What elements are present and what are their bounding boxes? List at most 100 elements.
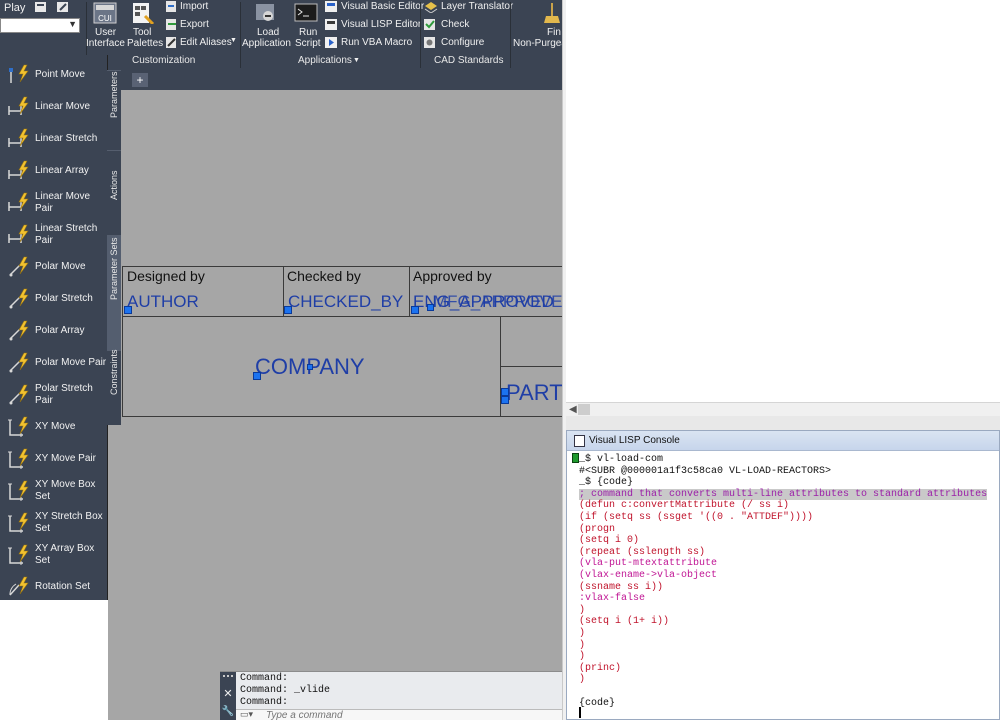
scroll-left-arrow-icon[interactable]: ◀ xyxy=(569,404,577,415)
palette-item-label: Polar Stretch xyxy=(35,383,93,394)
mfg-approved-attribute[interactable]: MFG_APPROVED_B xyxy=(433,292,562,312)
macro-icon[interactable] xyxy=(34,1,50,14)
cui-icon: CUI xyxy=(93,2,117,24)
ribbon-separator xyxy=(510,2,511,68)
xy-parameter-icon xyxy=(7,480,31,502)
caret-down-icon[interactable]: ▼ xyxy=(353,57,360,64)
rotation-parameter-icon xyxy=(7,576,31,598)
palette-item[interactable]: Linear Stretch xyxy=(0,123,106,153)
palette-item[interactable]: Polar Move xyxy=(0,251,106,281)
load-application-button[interactable]: Load Application xyxy=(242,0,291,52)
check-button[interactable]: Check xyxy=(423,18,509,32)
palette-item[interactable]: XY Move Pair xyxy=(0,443,106,473)
new-tab-button[interactable]: + xyxy=(132,73,148,87)
console-line: (setq i 0) xyxy=(579,535,640,547)
command-line-grip[interactable]: ✕ 🔧 xyxy=(220,672,236,720)
find-label-1: Fin xyxy=(547,27,561,38)
console-line: (if (setq ss (ssget '((0 . "ATTDEF")))) xyxy=(579,512,814,523)
palette-tab[interactable]: Parameter Sets xyxy=(107,235,121,350)
import-icon xyxy=(164,0,180,13)
layer-translator-button[interactable]: Layer Translator xyxy=(423,0,513,14)
run-vba-macro-icon xyxy=(324,36,340,49)
macro-edit-icon[interactable] xyxy=(56,1,72,14)
attribute-grip[interactable] xyxy=(124,306,132,314)
palette-tab-label: Parameters xyxy=(109,70,119,118)
command-line: ✕ 🔧 Command: Command: _vlide Command: ▭▾ xyxy=(220,671,562,720)
palette-item-label: Rotation Set xyxy=(35,581,91,592)
command-input-bar: ▭▾ xyxy=(236,709,562,720)
attribute-grip[interactable] xyxy=(307,364,313,370)
play-label[interactable]: Play xyxy=(4,2,25,14)
visual-basic-editor-label: Visual Basic Editor xyxy=(341,1,425,12)
attribute-grip[interactable] xyxy=(501,388,509,396)
panel-title-cad-standards[interactable]: CAD Standards xyxy=(434,55,503,66)
edit-aliases-button[interactable]: Edit Aliases ▼ xyxy=(164,36,238,50)
palette-item[interactable]: Linear Move Pair xyxy=(0,187,106,217)
tool-palettes-button[interactable]: Tool Palettes xyxy=(125,0,163,52)
palette-item-label: Set xyxy=(35,491,51,502)
palette-item[interactable]: XY Stretch Box Set xyxy=(0,507,106,537)
visual-lisp-icon xyxy=(324,18,340,31)
palette-item[interactable]: XY Array Box Set xyxy=(0,539,106,569)
drawing-canvas[interactable]: Designed by Checked by Approved by AUTHO… xyxy=(108,90,562,720)
horizontal-scrollbar[interactable]: ◀ xyxy=(566,402,1000,416)
part-attribute[interactable]: PART xyxy=(506,380,562,406)
import-button[interactable]: Import xyxy=(164,0,238,14)
palette-item[interactable]: Polar Stretch Pair xyxy=(0,379,106,409)
palette-item[interactable]: Linear Stretch Pair xyxy=(0,219,106,249)
attribute-grip[interactable] xyxy=(501,396,509,404)
user-interface-button[interactable]: CUI User Interface xyxy=(86,0,125,52)
palette-item[interactable]: XY Move Box Set xyxy=(0,475,106,505)
edit-aliases-label: Edit Aliases xyxy=(180,37,232,48)
console-line: (vla-put-mtextattribute xyxy=(579,558,718,570)
command-input[interactable] xyxy=(266,710,546,720)
palette-tab-label: Actions xyxy=(109,170,119,200)
palette-item[interactable]: Linear Move xyxy=(0,91,106,121)
panel-title-applications[interactable]: Applications xyxy=(298,55,352,66)
find-non-purgeable-button[interactable]: Fin Non-Purgea xyxy=(512,0,562,52)
configure-button[interactable]: Configure xyxy=(423,36,509,50)
title-block-line xyxy=(122,416,562,417)
visual-basic-icon xyxy=(324,0,340,13)
attribute-grip[interactable] xyxy=(253,372,261,380)
palette-item[interactable]: Point Move xyxy=(0,59,106,89)
palette-item-label: Polar Move Pair xyxy=(35,357,107,368)
scrollbar-thumb[interactable] xyxy=(578,404,590,415)
attribute-grip[interactable] xyxy=(427,304,434,311)
console-title-bar[interactable]: Visual LISP Console xyxy=(567,431,999,451)
palette-tab[interactable]: Actions xyxy=(107,150,121,235)
text-caret xyxy=(579,707,581,718)
palette-item[interactable]: Linear Array xyxy=(0,155,106,185)
author-attribute[interactable]: AUTHOR xyxy=(127,292,199,312)
palette-item[interactable]: Polar Move Pair xyxy=(0,347,106,377)
palette-item-label: Linear Stretch xyxy=(35,223,98,234)
palette-item-label: Polar Move xyxy=(35,261,86,272)
palette-tab[interactable]: Parameters xyxy=(107,70,121,150)
attribute-grip[interactable] xyxy=(411,306,419,314)
panel-title-customization[interactable]: Customization xyxy=(132,55,195,66)
palette-item[interactable]: Polar Array xyxy=(0,315,106,345)
visual-lisp-editor-button[interactable]: Visual LISP Editor xyxy=(324,18,421,32)
console-line: {code} xyxy=(579,697,616,709)
layer-translator-icon xyxy=(423,0,439,14)
palette-item[interactable]: Rotation Set xyxy=(0,571,106,601)
console-prompt-marker-icon xyxy=(572,453,579,463)
attribute-grip[interactable] xyxy=(284,306,292,314)
run-vba-macro-button[interactable]: Run VBA Macro xyxy=(324,36,418,50)
command-prompt-icon[interactable]: ▭▾ xyxy=(240,709,253,720)
visual-basic-editor-button[interactable]: Visual Basic Editor xyxy=(324,0,424,14)
palette-item[interactable]: Polar Stretch xyxy=(0,283,106,313)
check-icon xyxy=(423,18,439,31)
run-script-button[interactable]: Run Script xyxy=(292,0,322,52)
linear-parameter-icon xyxy=(7,96,31,118)
palette-tab-label: Constraints xyxy=(109,349,119,395)
checked-by-attribute[interactable]: CHECKED_BY xyxy=(288,292,403,312)
palette-item-label: Linear Move xyxy=(35,191,91,202)
palette-item[interactable]: XY Move xyxy=(0,411,106,441)
caret-down-icon: ▼ xyxy=(230,37,237,44)
title-block-line xyxy=(409,266,410,316)
palette-tab[interactable]: Constraints xyxy=(107,349,121,425)
broom-icon xyxy=(540,2,562,24)
export-button[interactable]: Export xyxy=(164,18,238,32)
macro-combo[interactable]: ▼ xyxy=(0,18,80,33)
